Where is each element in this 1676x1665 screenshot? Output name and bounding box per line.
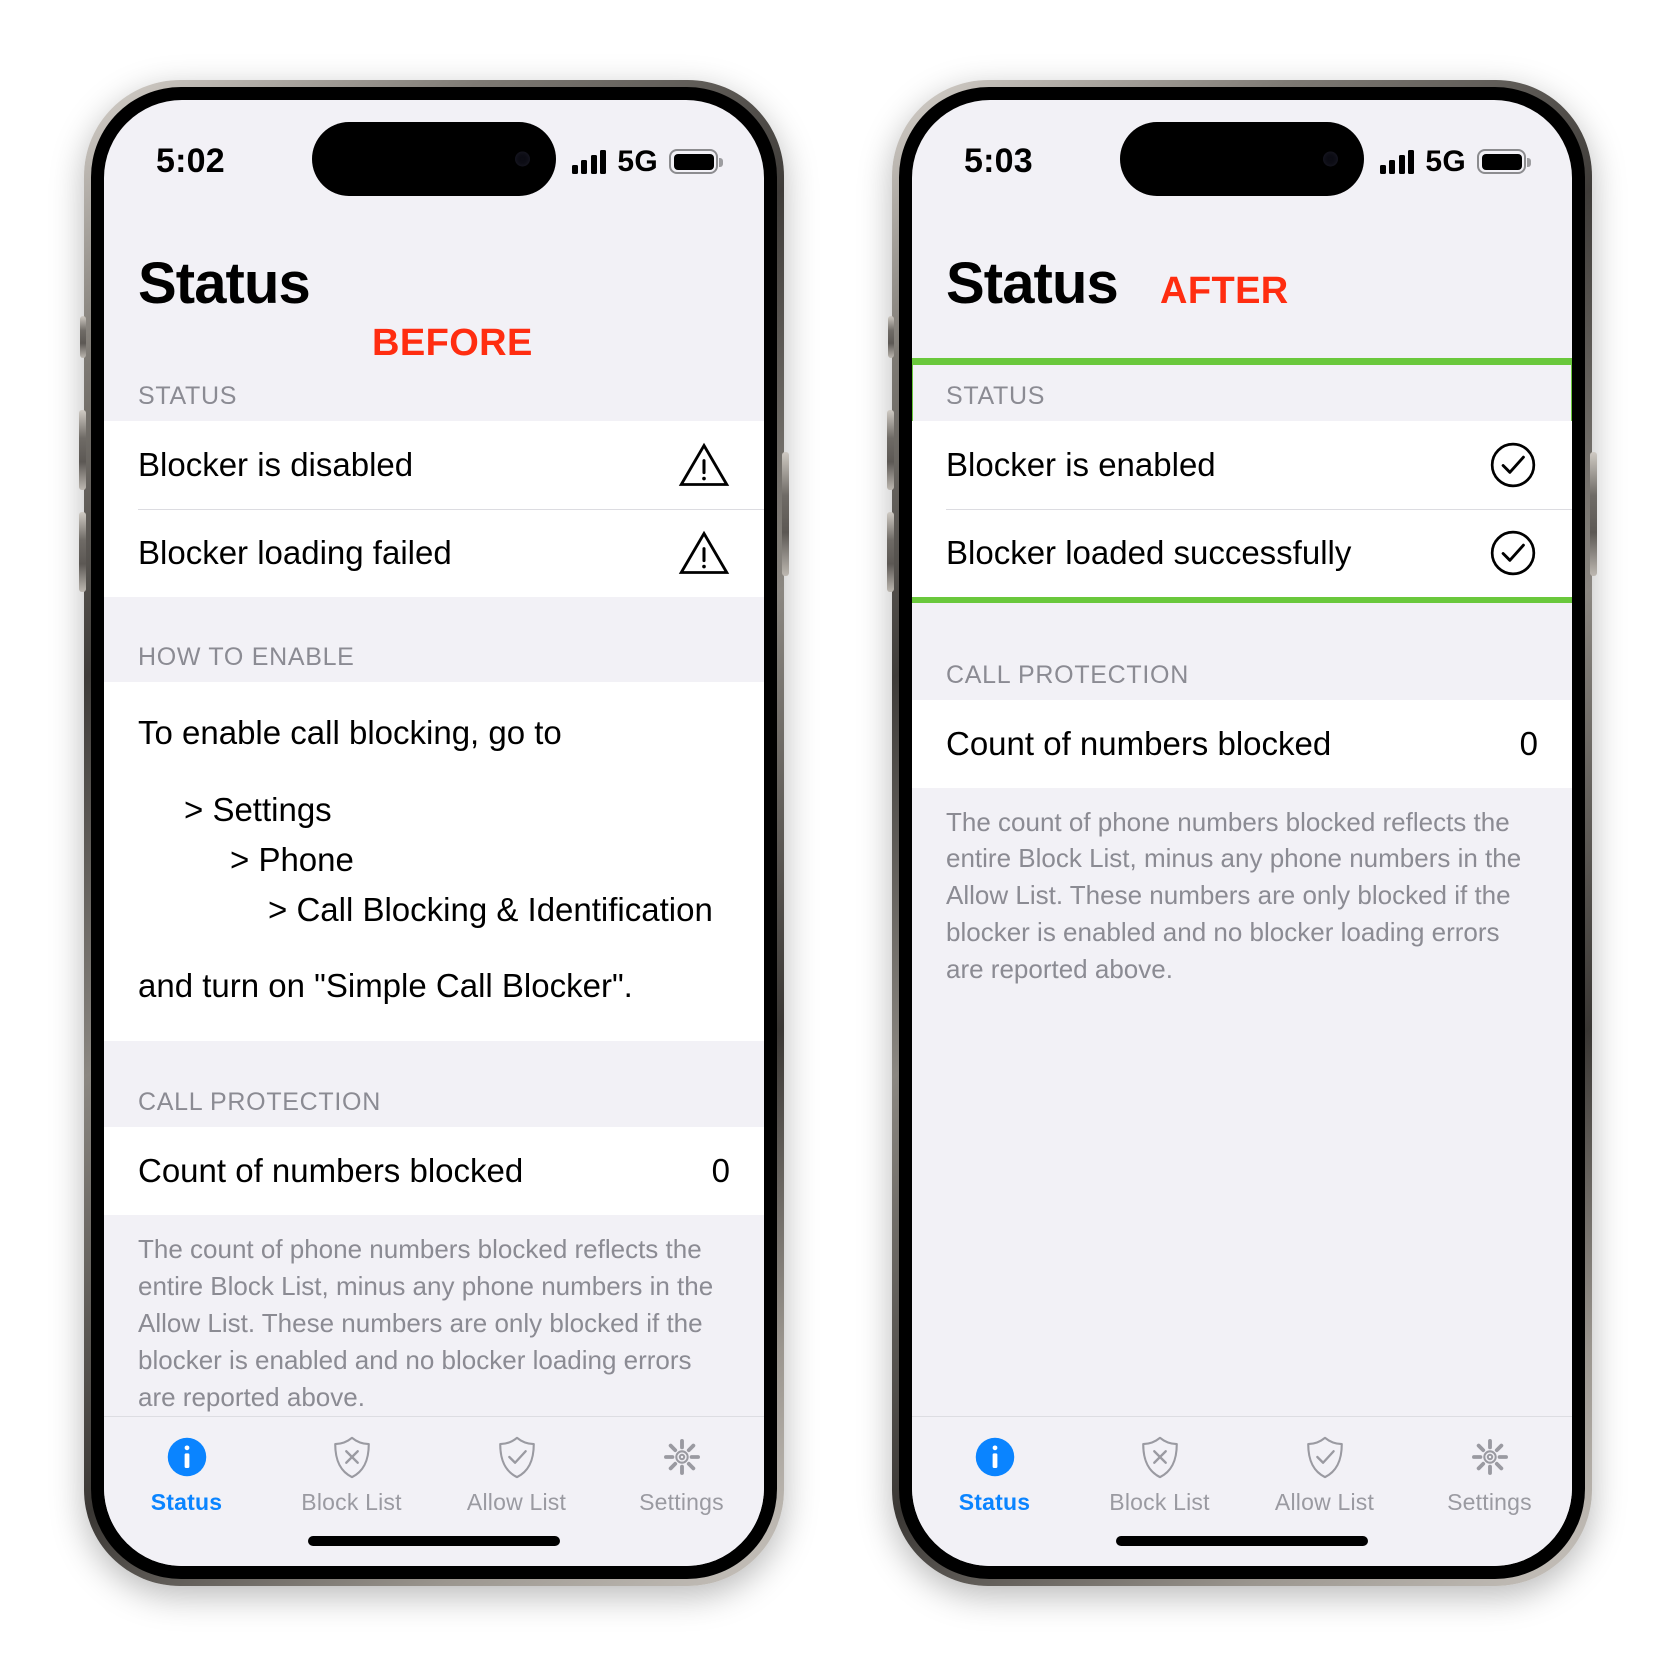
table-row[interactable]: Blocker is disabled (104, 420, 764, 509)
info-circle-icon (165, 1433, 209, 1481)
tab-status[interactable]: Status (104, 1433, 269, 1516)
screen-before: 5:02 5G Status BEFORE STATUS Blocker is disab… (104, 99, 764, 1566)
row-label: Count of numbers blocked (138, 1151, 524, 1189)
howto-step: > Call Blocking & Identification (268, 890, 713, 928)
phone-after: 5:03 5G Status AFTER STATUS Blocker is enable… (887, 79, 1597, 1586)
shield-check-icon (494, 1433, 540, 1481)
section-callprotection: CALL PROTECTION Count of numbers blocked 0… (104, 1069, 764, 1416)
tab-label: Allow List (1274, 1488, 1375, 1515)
section-footnote-callprotection: The count of phone numbers blocked refle… (912, 787, 1572, 989)
howto-intro: To enable call blocking, go to (138, 714, 562, 752)
section-callprotection: CALL PROTECTION Count of numbers blocked 0… (912, 642, 1572, 989)
warning-triangle-icon (678, 439, 730, 491)
home-indicator[interactable] (1116, 1535, 1368, 1546)
row-value: 0 (1519, 724, 1538, 762)
silent-switch[interactable] (888, 315, 894, 358)
status-bar-time: 5:02 (156, 142, 225, 180)
howto-step: > Settings (184, 790, 332, 828)
check-circle-icon (1488, 528, 1538, 578)
tab-settings[interactable]: Settings (599, 1433, 764, 1516)
title-area: Status BEFORE (104, 212, 764, 364)
row-label: Blocker loaded successfully (946, 533, 1352, 571)
row-value: 0 (711, 1151, 730, 1189)
howto-outro: and turn on "Simple Call Blocker". (138, 966, 633, 1004)
tab-block-list[interactable]: Block List (1077, 1433, 1242, 1516)
annotation-label-before: BEFORE (372, 321, 533, 364)
power-button[interactable] (782, 451, 789, 576)
row-group-status: Blocker is disabled Blocker loading faile… (104, 420, 764, 597)
phone-before: 5:02 5G Status BEFORE STATUS Blocker is disab… (79, 79, 789, 1586)
section-status: STATUS Blocker is enabled Blocker loaded s… (912, 357, 1572, 603)
row-group-callprotection: Count of numbers blocked 0 (104, 1126, 764, 1215)
network-type-label: 5G (617, 144, 658, 178)
tab-label: Block List (1109, 1488, 1210, 1515)
row-group-callprotection: Count of numbers blocked 0 (912, 699, 1572, 788)
comparison-stage: 5:02 5G Status BEFORE STATUS Blocker is disab… (0, 0, 1676, 1665)
home-indicator[interactable] (308, 1535, 560, 1546)
volume-down-button[interactable] (79, 511, 86, 592)
table-row[interactable]: Blocker is enabled (912, 420, 1572, 509)
tab-label: Block List (301, 1488, 402, 1515)
network-type-label: 5G (1425, 144, 1466, 178)
silent-switch[interactable] (80, 315, 86, 358)
gear-icon (660, 1433, 704, 1481)
status-bar-indicators: 5G (1379, 144, 1531, 179)
tab-settings[interactable]: Settings (1407, 1433, 1572, 1516)
section-status: STATUS Blocker is disabled Blocker loading… (104, 363, 764, 597)
volume-up-button[interactable] (887, 409, 894, 490)
dynamic-island (312, 121, 556, 196)
battery-icon (669, 149, 723, 174)
section-header-callprotection: CALL PROTECTION (104, 1069, 764, 1127)
battery-icon (1477, 149, 1531, 174)
signal-strength-icon (1379, 149, 1415, 174)
row-label: Blocker loading failed (138, 533, 452, 571)
shield-x-icon (1137, 1433, 1183, 1481)
row-label: Blocker is enabled (946, 445, 1216, 483)
warning-triangle-icon (678, 527, 730, 579)
screen-after: 5:03 5G Status AFTER STATUS Blocker is enable… (912, 99, 1572, 1566)
volume-down-button[interactable] (887, 511, 894, 592)
dynamic-island (1120, 121, 1364, 196)
tab-label: Settings (1447, 1488, 1532, 1515)
tab-allow-list[interactable]: Allow List (1242, 1433, 1407, 1516)
shield-x-icon (329, 1433, 375, 1481)
section-footnote-callprotection: The count of phone numbers blocked refle… (104, 1214, 764, 1416)
table-row[interactable]: Count of numbers blocked 0 (104, 1126, 764, 1215)
volume-up-button[interactable] (79, 409, 86, 490)
section-header-howto: HOW TO ENABLE (104, 625, 764, 683)
app-content: Status AFTER STATUS Blocker is enabled Block… (912, 212, 1572, 1416)
tab-label: Settings (639, 1488, 724, 1515)
howto-step: > Phone (230, 840, 354, 878)
info-circle-icon (973, 1433, 1017, 1481)
row-label: Count of numbers blocked (946, 724, 1332, 762)
section-howto: HOW TO ENABLE To enable call blocking, go… (104, 625, 764, 1042)
shield-check-icon (1302, 1433, 1348, 1481)
table-row[interactable]: Blocker loading failed (104, 508, 764, 597)
signal-strength-icon (571, 149, 607, 174)
power-button[interactable] (1590, 451, 1597, 576)
status-bar-indicators: 5G (571, 144, 723, 179)
table-row[interactable]: Count of numbers blocked 0 (912, 699, 1572, 788)
tab-label: Allow List (466, 1488, 567, 1515)
annotation-label-after: AFTER (1160, 269, 1289, 312)
section-header-status: STATUS (104, 363, 764, 421)
tab-allow-list[interactable]: Allow List (434, 1433, 599, 1516)
gear-icon (1468, 1433, 1512, 1481)
tab-label: Status (958, 1488, 1031, 1515)
section-header-callprotection: CALL PROTECTION (912, 642, 1572, 700)
app-content: Status BEFORE STATUS Blocker is disabled Blo… (104, 212, 764, 1416)
check-circle-icon (1488, 440, 1538, 490)
status-bar-time: 5:03 (964, 142, 1033, 180)
table-row[interactable]: Blocker loaded successfully (912, 508, 1572, 597)
section-header-status: STATUS (912, 363, 1572, 421)
how-to-enable-body: To enable call blocking, go to > Settings… (104, 682, 764, 1042)
tab-status[interactable]: Status (912, 1433, 1077, 1516)
tab-block-list[interactable]: Block List (269, 1433, 434, 1516)
row-group-status: Blocker is enabled Blocker loaded success… (912, 420, 1572, 597)
page-title: Status (138, 250, 311, 316)
row-label: Blocker is disabled (138, 445, 414, 483)
tab-label: Status (150, 1488, 223, 1515)
title-area: Status AFTER (912, 212, 1572, 364)
